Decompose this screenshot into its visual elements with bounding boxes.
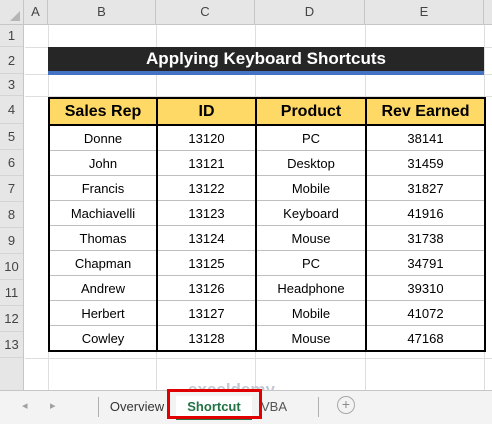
row-header[interactable]: 10	[0, 254, 23, 280]
cell-sales-rep[interactable]: John	[48, 150, 158, 176]
cell-sales-rep[interactable]: Francis	[48, 175, 158, 201]
cell-id[interactable]: 13121	[156, 150, 257, 176]
column-header-d[interactable]: D	[255, 0, 365, 24]
header-sales-rep[interactable]: Sales Rep	[48, 97, 158, 126]
row-header[interactable]: 13	[0, 332, 23, 358]
cell-product[interactable]: Keyboard	[255, 200, 367, 226]
row-header[interactable]: 8	[0, 202, 23, 228]
select-all-corner[interactable]	[0, 0, 24, 24]
cell-id[interactable]: 13125	[156, 250, 257, 276]
column-header-c[interactable]: C	[156, 0, 255, 24]
cell-id[interactable]: 13122	[156, 175, 257, 201]
table-row: Thomas 13124 Mouse 31738	[48, 225, 486, 251]
row-header[interactable]: 7	[0, 176, 23, 202]
cell-rev-earned[interactable]: 41072	[365, 300, 486, 326]
cell-product[interactable]: Mobile	[255, 300, 367, 326]
cell-product[interactable]: Desktop	[255, 150, 367, 176]
cell-id[interactable]: 13120	[156, 125, 257, 151]
cell-sales-rep[interactable]: Machiavelli	[48, 200, 158, 226]
cell-sales-rep[interactable]: Thomas	[48, 225, 158, 251]
header-id[interactable]: ID	[156, 97, 257, 126]
cell-id[interactable]: 13128	[156, 325, 257, 352]
scroll-left-icon[interactable]: ◂	[22, 399, 28, 412]
sales-table: Sales Rep ID Product Rev Earned Donne 13…	[48, 97, 486, 352]
cell-product[interactable]: Mouse	[255, 225, 367, 251]
gridline	[25, 358, 492, 359]
tab-separator	[318, 397, 319, 417]
table-header-row: Sales Rep ID Product Rev Earned	[48, 97, 486, 126]
row-header[interactable]: 6	[0, 150, 23, 176]
row-header[interactable]: 9	[0, 228, 23, 254]
row-header[interactable]: 3	[0, 74, 23, 96]
highlight-box	[167, 389, 262, 419]
cell-product[interactable]: PC	[255, 250, 367, 276]
row-header[interactable]: 12	[0, 306, 23, 332]
cell-sales-rep[interactable]: Cowley	[48, 325, 158, 352]
cell-product[interactable]: Mobile	[255, 175, 367, 201]
row-header-bar: 1 2 3 4 5 6 7 8 9 10 11 12 13	[0, 25, 24, 390]
row-header[interactable]: 1	[0, 25, 23, 47]
row-header[interactable]: 4	[0, 96, 23, 124]
cell-rev-earned[interactable]: 41916	[365, 200, 486, 226]
column-header-e[interactable]: E	[365, 0, 484, 24]
column-header-a[interactable]: A	[24, 0, 48, 24]
cell-rev-earned[interactable]: 39310	[365, 275, 486, 301]
row-header[interactable]: 2	[0, 47, 23, 74]
tab-overview[interactable]: Overview	[104, 396, 170, 418]
cell-rev-earned[interactable]: 34791	[365, 250, 486, 276]
cell-rev-earned[interactable]: 47168	[365, 325, 486, 352]
table-row: John 13121 Desktop 31459	[48, 150, 486, 176]
table-row: Francis 13122 Mobile 31827	[48, 175, 486, 201]
column-header-b[interactable]: B	[48, 0, 156, 24]
table-row: Machiavelli 13123 Keyboard 41916	[48, 200, 486, 226]
cell-rev-earned[interactable]: 38141	[365, 125, 486, 151]
sheet-title[interactable]: Applying Keyboard Shortcuts	[48, 47, 484, 75]
column-header-bar: A B C D E	[0, 0, 492, 25]
cell-sales-rep[interactable]: Andrew	[48, 275, 158, 301]
select-all-triangle-icon	[10, 11, 20, 21]
cell-sales-rep[interactable]: Chapman	[48, 250, 158, 276]
row-header[interactable]: 5	[0, 124, 23, 150]
cell-id[interactable]: 13123	[156, 200, 257, 226]
cell-id[interactable]: 13126	[156, 275, 257, 301]
cell-id[interactable]: 13124	[156, 225, 257, 251]
cell-sales-rep[interactable]: Donne	[48, 125, 158, 151]
table-row: Donne 13120 PC 38141	[48, 125, 486, 151]
row-header[interactable]: 11	[0, 280, 23, 306]
cell-rev-earned[interactable]: 31738	[365, 225, 486, 251]
tab-separator	[98, 397, 99, 417]
cell-rev-earned[interactable]: 31459	[365, 150, 486, 176]
scroll-right-icon[interactable]: ▸	[50, 399, 56, 412]
cell-id[interactable]: 13127	[156, 300, 257, 326]
add-sheet-icon[interactable]: +	[337, 396, 355, 414]
header-product[interactable]: Product	[255, 97, 367, 126]
table-row: Cowley 13128 Mouse 47168	[48, 325, 486, 352]
cell-product[interactable]: Headphone	[255, 275, 367, 301]
table-row: Chapman 13125 PC 34791	[48, 250, 486, 276]
cell-product[interactable]: Mouse	[255, 325, 367, 352]
table-row: Herbert 13127 Mobile 41072	[48, 300, 486, 326]
cell-product[interactable]: PC	[255, 125, 367, 151]
header-rev-earned[interactable]: Rev Earned	[365, 97, 486, 126]
cell-sales-rep[interactable]: Herbert	[48, 300, 158, 326]
cell-rev-earned[interactable]: 31827	[365, 175, 486, 201]
table-row: Andrew 13126 Headphone 39310	[48, 275, 486, 301]
